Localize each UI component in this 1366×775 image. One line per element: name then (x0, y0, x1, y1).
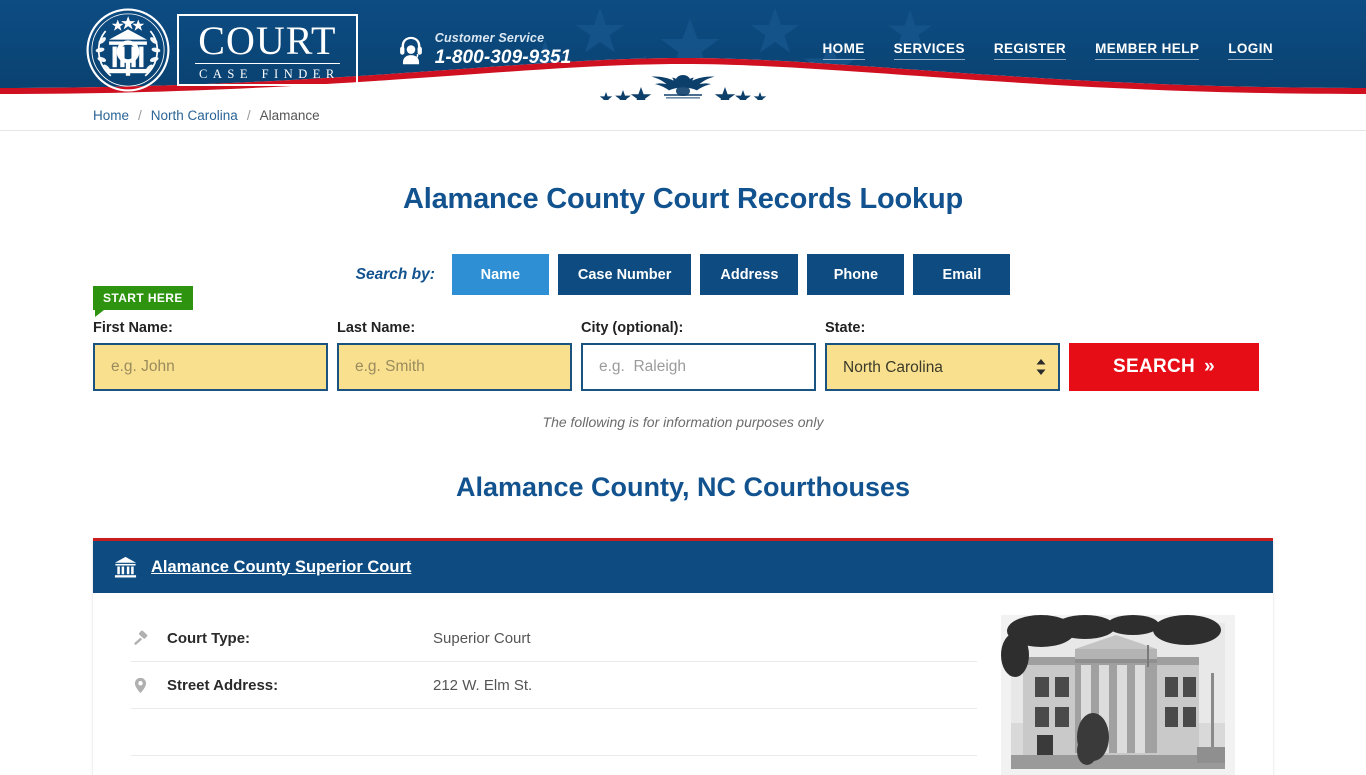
first-name-input[interactable] (93, 343, 328, 391)
first-name-label: First Name: (93, 320, 173, 336)
table-row: Court Type: Superior Court (131, 615, 977, 662)
state-label: State: (825, 320, 866, 336)
map-pin-icon (131, 677, 149, 694)
tab-name[interactable]: Name (451, 254, 549, 295)
detail-label: Street Address: (167, 676, 279, 694)
table-row (131, 709, 977, 756)
first-name-field-group: First Name: (93, 320, 328, 391)
logo-sub-text: CASE FINDER (199, 66, 340, 81)
state-field-group: State: North Carolina (825, 320, 1060, 391)
nav-item-register[interactable]: REGISTER (993, 41, 1067, 60)
search-form: START HERE First Name: Last Name: City (… (93, 286, 1273, 391)
logo-wordmark: COURT CASE FINDER (177, 13, 358, 87)
court-card-body: Court Type: Superior Court Street Addres… (93, 593, 1273, 775)
customer-service-label: Customer Service (434, 31, 545, 46)
tab-email[interactable]: Email (913, 254, 1011, 295)
search-chevron-icon: » (1204, 356, 1215, 377)
courthouse-photo-image (1001, 615, 1235, 775)
detail-value: Superior Court (433, 629, 531, 647)
court-detail-list: Court Type: Superior Court Street Addres… (131, 615, 1001, 775)
court-card-header: Alamance County Superior Court (93, 541, 1273, 593)
tab-address[interactable]: Address (700, 254, 799, 295)
breadcrumb-item-home[interactable]: Home (93, 108, 129, 123)
nav-item-member-help[interactable]: MEMBER HELP (1095, 41, 1200, 60)
tab-case-number[interactable]: Case Number (557, 254, 692, 295)
site-logo[interactable]: COURT CASE FINDER (85, 7, 358, 93)
court-card: Alamance County Superior Court Court Typ… (93, 538, 1273, 775)
logo-main-text: COURT (195, 20, 340, 64)
search-button[interactable]: SEARCH » (1069, 343, 1259, 391)
table-row: Street Address: 212 W. Elm St. (131, 662, 977, 709)
court-seal-icon (86, 8, 170, 92)
breadcrumb-item-north-carolina[interactable]: North Carolina (151, 108, 238, 123)
customer-service-block: Customer Service 1-800-309-9351 (396, 31, 572, 68)
city-input[interactable] (581, 343, 816, 391)
search-by-label: Search by: (355, 265, 435, 283)
start-here-badge: START HERE (93, 286, 193, 317)
breadcrumb-separator: / (246, 107, 251, 123)
site-header: COURT CASE FINDER Customer Service 1-800… (0, 0, 1366, 100)
state-select[interactable]: North Carolina (825, 343, 1060, 391)
courthouse-photo (1001, 615, 1235, 775)
main-content: Alamance County Court Records Lookup Sea… (93, 183, 1273, 775)
eagle-stars-emblem (599, 75, 767, 100)
search-by-tabs: Search by: Name Case Number Address Phon… (93, 254, 1273, 295)
last-name-field-group: Last Name: (337, 320, 572, 391)
detail-label: Court Type: (167, 629, 251, 647)
page-title: Alamance County Court Records Lookup (403, 183, 963, 215)
nav-item-services[interactable]: SERVICES (893, 41, 965, 60)
section-title: Alamance County, NC Courthouses (455, 472, 911, 502)
courthouse-bank-icon (114, 556, 137, 577)
nav-item-home[interactable]: HOME (822, 41, 865, 60)
main-navigation: HOME SERVICES REGISTER MEMBER HELP LOGIN (822, 41, 1273, 60)
customer-service-phone[interactable]: 1-800-309-9351 (435, 47, 572, 69)
detail-value: 212 W. Elm St. (433, 676, 533, 694)
breadcrumb-item-alamance: Alamance (259, 107, 320, 123)
breadcrumb: Home / North Carolina / Alamance (93, 108, 1273, 123)
city-field-group: City (optional): (581, 320, 816, 391)
last-name-input[interactable] (337, 343, 572, 391)
last-name-label: Last Name: (337, 320, 416, 336)
disclaimer-text: The following is for information purpose… (542, 414, 824, 430)
court-name-link[interactable]: Alamance County Superior Court (151, 558, 411, 577)
headset-support-icon (399, 36, 422, 65)
breadcrumb-bar: Home / North Carolina / Alamance (0, 100, 1366, 131)
breadcrumb-separator: / (138, 107, 142, 123)
gavel-icon (131, 630, 149, 647)
nav-item-login[interactable]: LOGIN (1228, 41, 1273, 60)
tab-phone[interactable]: Phone (807, 254, 905, 295)
city-label: City (optional): (581, 320, 684, 336)
search-button-label: SEARCH (1113, 356, 1196, 377)
